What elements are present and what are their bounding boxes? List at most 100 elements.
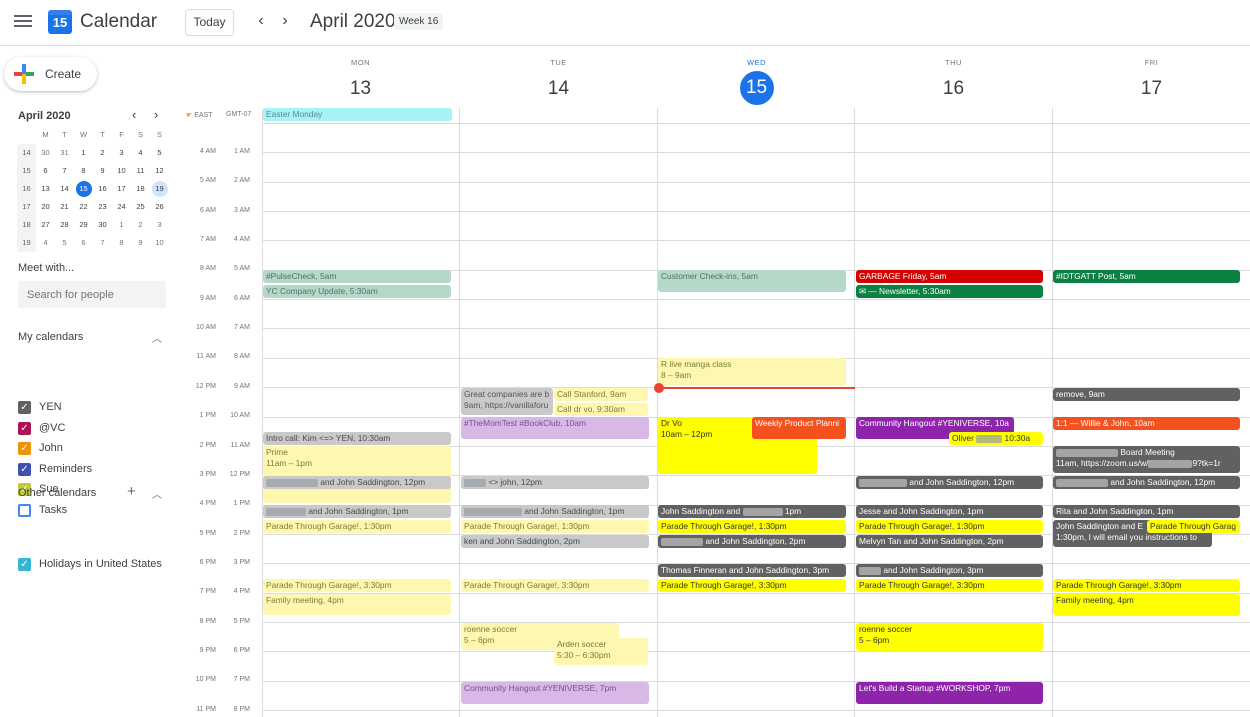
event-parade[interactable]: Parade Through Garage!, 3:30pm — [856, 579, 1043, 592]
event-board-meeting[interactable]: Board Meeting 11am, https://zoom.us/w/9?t… — [1053, 446, 1240, 473]
week-number[interactable]: 17 — [17, 198, 36, 216]
event-melvyn-john[interactable]: Melvyn Tan and John Saddington, 2pm — [856, 535, 1043, 548]
event-weekly-product-planning[interactable]: Weekly Product Planni — [752, 417, 846, 439]
checkbox-icon[interactable]: ✓ — [18, 442, 31, 456]
mini-day[interactable]: 27 — [36, 216, 55, 234]
day-header-fri[interactable]: FRI 17 — [1053, 58, 1250, 105]
event-meeting-john[interactable]: and John Saddington, 1pm — [263, 505, 451, 518]
mini-day[interactable]: 16 — [93, 180, 112, 198]
next-week-icon[interactable]: › — [275, 12, 295, 30]
event-great-companies[interactable]: Great companies are b 9am, https://vanill… — [461, 388, 553, 415]
mini-day[interactable]: 17 — [112, 180, 131, 198]
mini-day[interactable]: 26 — [150, 198, 169, 216]
week-number[interactable]: 14 — [17, 144, 36, 162]
day-header-wed[interactable]: WED 15 — [658, 58, 855, 105]
mini-day[interactable]: 9 — [131, 234, 150, 252]
mini-day[interactable]: 2 — [93, 144, 112, 162]
day-header-mon[interactable]: MON 13 — [262, 58, 459, 105]
day-header-thu[interactable]: THU 16 — [855, 58, 1052, 105]
mini-day[interactable]: 8 — [112, 234, 131, 252]
week-grid[interactable] — [262, 108, 1250, 717]
create-button[interactable]: Create — [4, 57, 97, 91]
mini-prev-icon[interactable]: ‹ — [132, 107, 136, 122]
mini-day[interactable]: 13 — [36, 180, 55, 198]
mini-day[interactable]: 2 — [131, 216, 150, 234]
mini-day[interactable]: 6 — [36, 162, 55, 180]
event-meeting-john[interactable]: and John Saddington, 12pm — [856, 476, 1043, 489]
mini-day[interactable]: 21 — [55, 198, 74, 216]
mini-day[interactable]: 12 — [150, 162, 169, 180]
event-startup-workshop[interactable]: Let's Build a Startup #WORKSHOP, 7pm — [856, 682, 1043, 704]
event-meeting-john[interactable]: and John Saddington, 12pm — [263, 476, 451, 489]
mini-day[interactable]: 5 — [55, 234, 74, 252]
event-meeting-john[interactable]: and John Saddington, 1pm — [461, 505, 649, 518]
day-header-tue[interactable]: TUE 14 — [460, 58, 657, 105]
event-intro-call[interactable]: Intro call: Kim <=> YEN, 10:30am — [263, 432, 451, 445]
event-garbage-friday[interactable]: GARBAGE Friday, 5am — [856, 270, 1043, 283]
day-date[interactable]: 13 — [262, 73, 459, 105]
event-oliver[interactable]: Oliver 10:30a — [949, 432, 1043, 445]
checkbox-icon[interactable]: ✓ — [18, 421, 31, 435]
event-ken-john[interactable]: ken and John Saddington, 2pm — [461, 535, 649, 548]
mini-day[interactable]: 30 — [36, 144, 55, 162]
mini-day[interactable]: 31 — [55, 144, 74, 162]
event-family-meeting[interactable]: Family meeting, 4pm — [1053, 594, 1240, 616]
event-willie-john[interactable]: 1:1 — Willie & John, 10am — [1053, 417, 1240, 430]
event-yc-update[interactable]: YC Company Update, 5:30am — [263, 285, 451, 298]
event-meeting-john[interactable]: and John Saddington, 3pm — [856, 564, 1043, 577]
event-prime[interactable]: Prime 11am – 1pm — [263, 446, 451, 503]
event-newsletter[interactable]: ✉ — Newsletter, 5:30am — [856, 285, 1043, 298]
event-pulsecheck[interactable]: #PulseCheck, 5am — [263, 270, 451, 283]
mini-day[interactable]: 11 — [131, 162, 150, 180]
other-calendars-title[interactable]: Other calendars — [18, 487, 96, 499]
day-date[interactable]: 16 — [855, 73, 1052, 105]
day-date[interactable]: 17 — [1053, 73, 1250, 105]
main-menu-icon[interactable] — [14, 13, 32, 31]
event-roenne-soccer[interactable]: roenne soccer 5 – 6pm — [856, 623, 1043, 651]
mini-day[interactable]: 29 — [74, 216, 93, 234]
mini-day[interactable]: 28 — [55, 216, 74, 234]
mini-day[interactable]: 8 — [74, 162, 93, 180]
event-parade[interactable]: Parade Through Garage!, 1:30pm — [461, 520, 649, 533]
event-easter-monday[interactable]: Easter Monday — [263, 108, 452, 121]
mini-day[interactable]: 7 — [55, 162, 74, 180]
event-rita-john[interactable]: Rita and John Saddington, 1pm — [1053, 505, 1240, 518]
mini-next-icon[interactable]: › — [154, 107, 158, 122]
checkbox-icon[interactable]: ✓ — [18, 401, 31, 414]
event-call-dr-vo[interactable]: Call dr vo, 9:30am — [554, 403, 648, 416]
event-idtgatt-post[interactable]: #IDTGATT Post, 5am — [1053, 270, 1240, 283]
mini-day[interactable]: 5 — [150, 144, 169, 162]
checkbox-icon[interactable] — [18, 504, 31, 517]
event-parade[interactable]: Parade Through Garage!, 3:30pm — [658, 579, 846, 592]
mini-day[interactable]: 23 — [93, 198, 112, 216]
mini-day[interactable]: 1 — [112, 216, 131, 234]
mini-day[interactable]: 4 — [36, 234, 55, 252]
event-arden-soccer[interactable]: Arden soccer 5:30 – 6:30pm — [554, 638, 648, 665]
mini-day[interactable]: 10 — [112, 162, 131, 180]
mini-day[interactable]: 4 — [131, 144, 150, 162]
event-meeting-john[interactable]: and John Saddington, 2pm — [658, 535, 846, 548]
event-meeting-john[interactable]: John Saddington and 1pm — [658, 505, 846, 518]
today-button[interactable]: Today — [185, 9, 234, 36]
my-calendars-title[interactable]: My calendars — [18, 331, 83, 343]
mini-day[interactable]: 20 — [36, 198, 55, 216]
chevron-up-icon[interactable]: ︿ — [152, 330, 162, 345]
checkbox-icon[interactable]: ✓ — [18, 462, 31, 476]
mini-day[interactable]: 6 — [74, 234, 93, 252]
event-parade[interactable]: Parade Through Garage!, 3:30pm — [1053, 579, 1240, 592]
event-community-hangout[interactable]: Community Hangout #YENIVERSE, 7pm — [461, 682, 649, 704]
event-meeting-john[interactable]: and John Saddington, 12pm — [1053, 476, 1240, 489]
mini-day[interactable]: 7 — [93, 234, 112, 252]
week-number[interactable]: 18 — [17, 216, 36, 234]
event-customer-checkins[interactable]: Customer Check-ins, 5am — [658, 270, 846, 292]
event-parade[interactable]: Parade Through Garage!, 3:30pm — [263, 579, 451, 592]
event-parade[interactable]: Parade Through Garag — [1147, 520, 1240, 533]
chevron-up-icon[interactable]: ︿ — [152, 486, 162, 501]
event-manga-class[interactable]: R live manga class 8 – 9am — [658, 358, 846, 386]
event-parade[interactable]: Parade Through Garage!, 1:30pm — [856, 520, 1043, 533]
mini-day[interactable]: 14 — [55, 180, 74, 198]
add-calendar-icon[interactable]: + — [127, 483, 136, 500]
event-momtest-bookclub[interactable]: #TheMomTest #BookClub, 10am — [461, 417, 649, 439]
event-parade[interactable]: Parade Through Garage!, 1:30pm — [658, 520, 846, 533]
mini-day[interactable]: 30 — [93, 216, 112, 234]
